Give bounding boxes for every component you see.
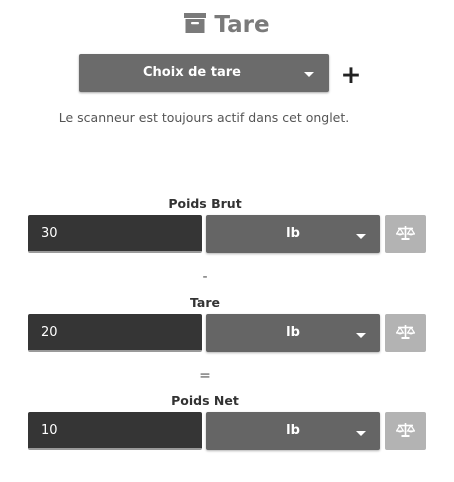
tare-unit-label: lb <box>286 325 300 340</box>
net-weight-input[interactable]: 10 <box>28 412 202 450</box>
tare-weight-input[interactable]: 20 <box>28 314 202 352</box>
gross-unit-label: lb <box>286 226 300 241</box>
balance-scale-icon <box>396 226 415 240</box>
tare-choice-label: Choix de tare <box>143 65 241 80</box>
chevron-down-icon <box>356 431 366 436</box>
tare-scale-button[interactable] <box>385 314 426 352</box>
scanner-hint-text: Le scanneur est toujours actif dans cet … <box>58 110 350 125</box>
balance-scale-icon <box>396 423 415 437</box>
chevron-down-icon <box>356 333 366 338</box>
tare-unit-dropdown[interactable]: lb <box>206 314 380 352</box>
archive-box-icon <box>184 12 207 33</box>
page-title: Tare <box>214 11 270 38</box>
chevron-down-icon <box>304 72 314 77</box>
page-header: Tare <box>0 9 454 40</box>
net-weight-label: Poids Net <box>171 393 239 408</box>
equals-operator: = <box>199 368 211 384</box>
minus-operator: - <box>202 269 208 285</box>
chevron-down-icon <box>356 234 366 239</box>
gross-weight-label: Poids Brut <box>168 196 242 211</box>
add-tare-button[interactable]: + <box>340 62 362 88</box>
gross-scale-button[interactable] <box>385 215 426 253</box>
gross-unit-dropdown[interactable]: lb <box>206 215 380 253</box>
balance-scale-icon <box>396 325 415 339</box>
net-unit-label: lb <box>286 423 300 438</box>
net-unit-dropdown[interactable]: lb <box>206 412 380 450</box>
gross-weight-input[interactable]: 30 <box>28 215 202 253</box>
tare-choice-dropdown[interactable]: Choix de tare <box>79 54 329 92</box>
tare-weight-label: Tare <box>190 295 220 310</box>
net-scale-button[interactable] <box>385 412 426 450</box>
